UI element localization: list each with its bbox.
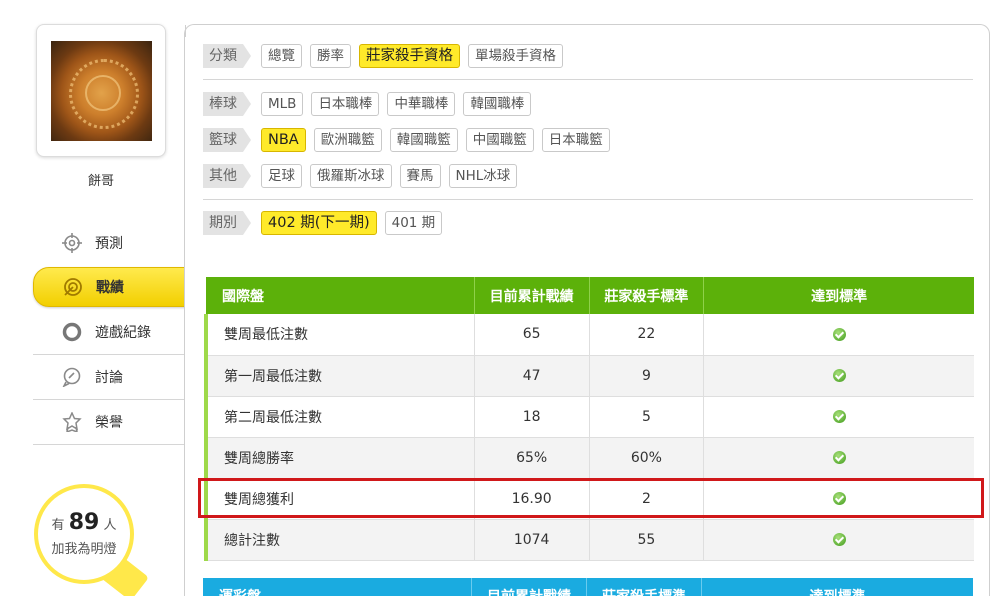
column-header: 國際盤 <box>206 277 475 314</box>
check-icon <box>832 327 846 341</box>
chip-win-rate[interactable]: 勝率 <box>310 44 351 68</box>
current-value: 18 <box>474 396 590 438</box>
filter-other: 其他 足球 俄羅斯冰球 賽馬 NHL冰球 <box>203 164 525 188</box>
filter-baseball: 棒球 MLB 日本職棒 中華職棒 韓國職棒 <box>203 92 539 116</box>
table-row: 雙周最低注數 65 22 <box>203 314 974 356</box>
highlight-box <box>198 478 984 518</box>
standard-value: 60% <box>589 437 705 479</box>
lamp-subtitle: 加我為明燈 <box>51 542 117 557</box>
current-value: 65% <box>474 437 590 479</box>
sidebar-item-predict[interactable]: 預測 <box>33 220 185 265</box>
sidebar-item-record[interactable]: 戰績 <box>33 267 193 307</box>
lamp-widget[interactable]: 有 89 人 加我為明燈 <box>34 484 149 596</box>
chip-cba[interactable]: 中國職籃 <box>465 128 534 152</box>
sidebar-item-honor[interactable]: 榮譽 <box>33 400 185 445</box>
chip-mlb[interactable]: MLB <box>261 92 304 116</box>
sports-lottery-table-header: 運彩盤 目前累計戰績 莊家殺手標準 達到標準 <box>203 578 973 596</box>
filter-basketball: 籃球 NBA 歐洲職籃 韓國職籃 中國職籃 日本職籃 <box>203 128 618 152</box>
sidebar-item-label: 討論 <box>95 370 123 386</box>
column-header: 運彩盤 <box>203 578 472 596</box>
filter-category: 分類 總覽 勝率 莊家殺手資格 單場殺手資格 <box>203 44 571 68</box>
column-header: 莊家殺手標準 <box>587 578 702 596</box>
chip-jbl[interactable]: 日本職籃 <box>541 128 610 152</box>
row-label: 第二周最低注數 <box>203 396 475 438</box>
row-label: 雙周最低注數 <box>203 314 475 356</box>
avatar-frame <box>36 24 166 157</box>
sidebar-item-game-log[interactable]: 遊戲紀錄 <box>33 310 185 355</box>
filter-label: 其他 <box>203 164 251 188</box>
chip-soccer[interactable]: 足球 <box>261 164 302 188</box>
column-header: 目前累計戰績 <box>474 277 590 314</box>
column-header: 目前累計戰績 <box>472 578 587 596</box>
avatar[interactable] <box>51 41 152 141</box>
chip-single-killer[interactable]: 單場殺手資格 <box>468 44 563 68</box>
check-icon <box>832 410 846 423</box>
filter-label: 棒球 <box>203 92 251 116</box>
sidebar-item-label: 榮譽 <box>95 415 123 431</box>
medal-icon <box>61 411 83 433</box>
table-row: 雙周總勝率 65% 60% <box>203 437 974 479</box>
standard-value: 55 <box>589 519 705 561</box>
check-icon <box>832 369 846 382</box>
target-icon <box>62 276 84 298</box>
chat-icon <box>61 366 83 388</box>
lamp-count-line: 有 89 人 <box>51 510 117 535</box>
circle-icon <box>61 321 83 343</box>
column-header: 達到標準 <box>703 277 974 314</box>
chip-period-401[interactable]: 401 期 <box>384 211 443 235</box>
chip-period-402[interactable]: 402 期(下一期) <box>261 211 377 235</box>
standard-value: 5 <box>589 396 705 438</box>
sidebar-item-label: 預測 <box>95 235 123 252</box>
column-header: 莊家殺手標準 <box>589 277 705 314</box>
table-row: 第一周最低注數 47 9 <box>203 355 974 397</box>
chip-khl[interactable]: 俄羅斯冰球 <box>310 164 392 188</box>
chip-nhl[interactable]: NHL冰球 <box>448 164 518 188</box>
chip-overview[interactable]: 總覽 <box>261 44 302 68</box>
chip-kbl[interactable]: 韓國職籃 <box>389 128 458 152</box>
column-header: 達到標準 <box>702 578 973 596</box>
row-label: 雙周總勝率 <box>203 437 475 479</box>
filter-label: 分類 <box>203 44 251 68</box>
chip-kbo[interactable]: 韓國職棒 <box>463 92 532 116</box>
table-header-row: 國際盤 目前累計戰績 莊家殺手標準 達到標準 <box>206 277 974 314</box>
check-icon <box>832 451 846 464</box>
sidebar-item-discussion[interactable]: 討論 <box>33 355 185 400</box>
filter-label: 籃球 <box>203 128 251 152</box>
sidebar-nav: 預測 戰績 遊戲紀錄 討論 榮譽 <box>33 220 193 445</box>
table-row: 第二周最低注數 18 5 <box>203 396 974 438</box>
current-value: 65 <box>474 314 590 356</box>
divider <box>203 79 973 80</box>
chip-nba[interactable]: NBA <box>261 128 306 152</box>
sidebar-item-label: 遊戲紀錄 <box>95 325 151 341</box>
check-icon <box>832 533 846 546</box>
filter-period: 期別 402 期(下一期) 401 期 <box>203 211 450 235</box>
chip-banker-killer[interactable]: 莊家殺手資格 <box>359 44 460 68</box>
sidebar-item-label: 戰績 <box>96 280 124 296</box>
chip-cpbl[interactable]: 中華職棒 <box>387 92 456 116</box>
crosshair-icon <box>61 232 83 254</box>
row-label: 第一周最低注數 <box>203 355 475 397</box>
filter-label: 期別 <box>203 211 251 235</box>
lamp-count: 89 <box>68 510 100 535</box>
current-value: 47 <box>474 355 590 397</box>
chip-horse-racing[interactable]: 賽馬 <box>399 164 441 188</box>
standard-value: 9 <box>589 355 705 397</box>
current-value: 1074 <box>474 519 590 561</box>
username: 餅哥 <box>87 174 114 189</box>
chip-npb[interactable]: 日本職棒 <box>311 92 380 116</box>
standard-value: 22 <box>589 314 705 356</box>
chip-euroleague[interactable]: 歐洲職籃 <box>313 128 382 152</box>
row-label: 總計注數 <box>203 519 475 561</box>
table-row: 總計注數 1074 55 <box>203 519 974 561</box>
divider <box>203 199 973 200</box>
